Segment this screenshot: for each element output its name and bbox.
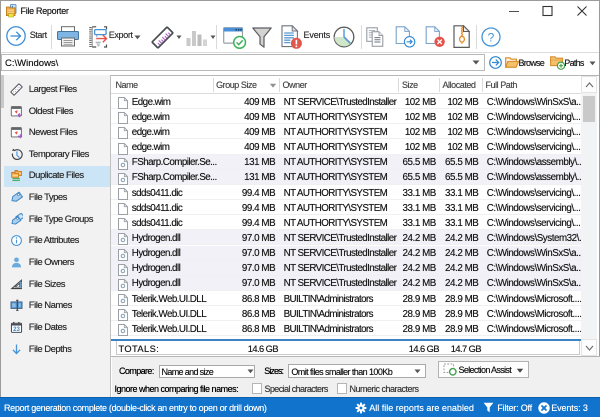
- svg-text:?: ?: [488, 30, 495, 44]
- svg-text:23: 23: [13, 326, 20, 333]
